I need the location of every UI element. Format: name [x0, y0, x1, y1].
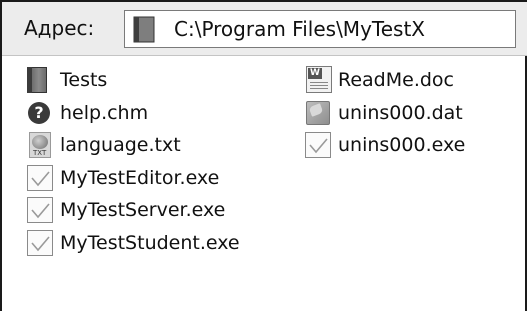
explorer-window: Адрес: C:\Program Files\MyTestX Tests? he… — [0, 0, 527, 311]
file-item[interactable]: MyTestEditor.exe — [24, 162, 219, 194]
file-item[interactable]: Tests — [24, 64, 107, 96]
file-item[interactable]: MyTestServer.exe — [24, 194, 225, 226]
exe-icon — [24, 162, 58, 194]
file-item[interactable]: unins000.dat — [302, 97, 463, 129]
file-name: help.chm — [60, 101, 149, 124]
file-name: unins000.exe — [338, 134, 466, 156]
file-item[interactable]: W ReadMe.doc — [302, 64, 454, 96]
file-name: MyTestEditor.exe — [60, 166, 220, 189]
address-label: Адрес: — [24, 16, 95, 40]
exe-icon — [24, 227, 58, 259]
exe-icon — [24, 194, 58, 226]
file-item[interactable]: ? help.chm — [24, 97, 148, 129]
file-item[interactable]: MyTestStudent.exe — [24, 227, 240, 259]
file-name: Tests — [60, 69, 108, 91]
folder-icon — [133, 16, 155, 47]
address-bar: Адрес: C:\Program Files\MyTestX — [2, 2, 527, 56]
text-file-icon: TXT — [24, 129, 58, 161]
address-path: C:\Program Files\MyTestX — [174, 17, 425, 41]
exe-icon — [302, 129, 336, 161]
file-name: ReadMe.doc — [338, 69, 454, 91]
word-doc-icon: W — [302, 64, 336, 96]
help-icon: ? — [24, 97, 58, 129]
address-input[interactable]: C:\Program Files\MyTestX — [124, 10, 516, 48]
file-item[interactable]: unins000.exe — [302, 129, 465, 161]
folder-icon — [24, 64, 58, 96]
file-item[interactable]: TXT language.txt — [24, 129, 181, 161]
file-name: MyTestServer.exe — [60, 199, 226, 221]
file-name: language.txt — [60, 134, 181, 156]
file-list: Tests? help.chm TXT language.txt MyTestEdito… — [2, 64, 527, 313]
dat-file-icon — [302, 97, 336, 129]
file-name: unins000.dat — [338, 101, 463, 124]
file-name: MyTestStudent.exe — [60, 231, 240, 254]
